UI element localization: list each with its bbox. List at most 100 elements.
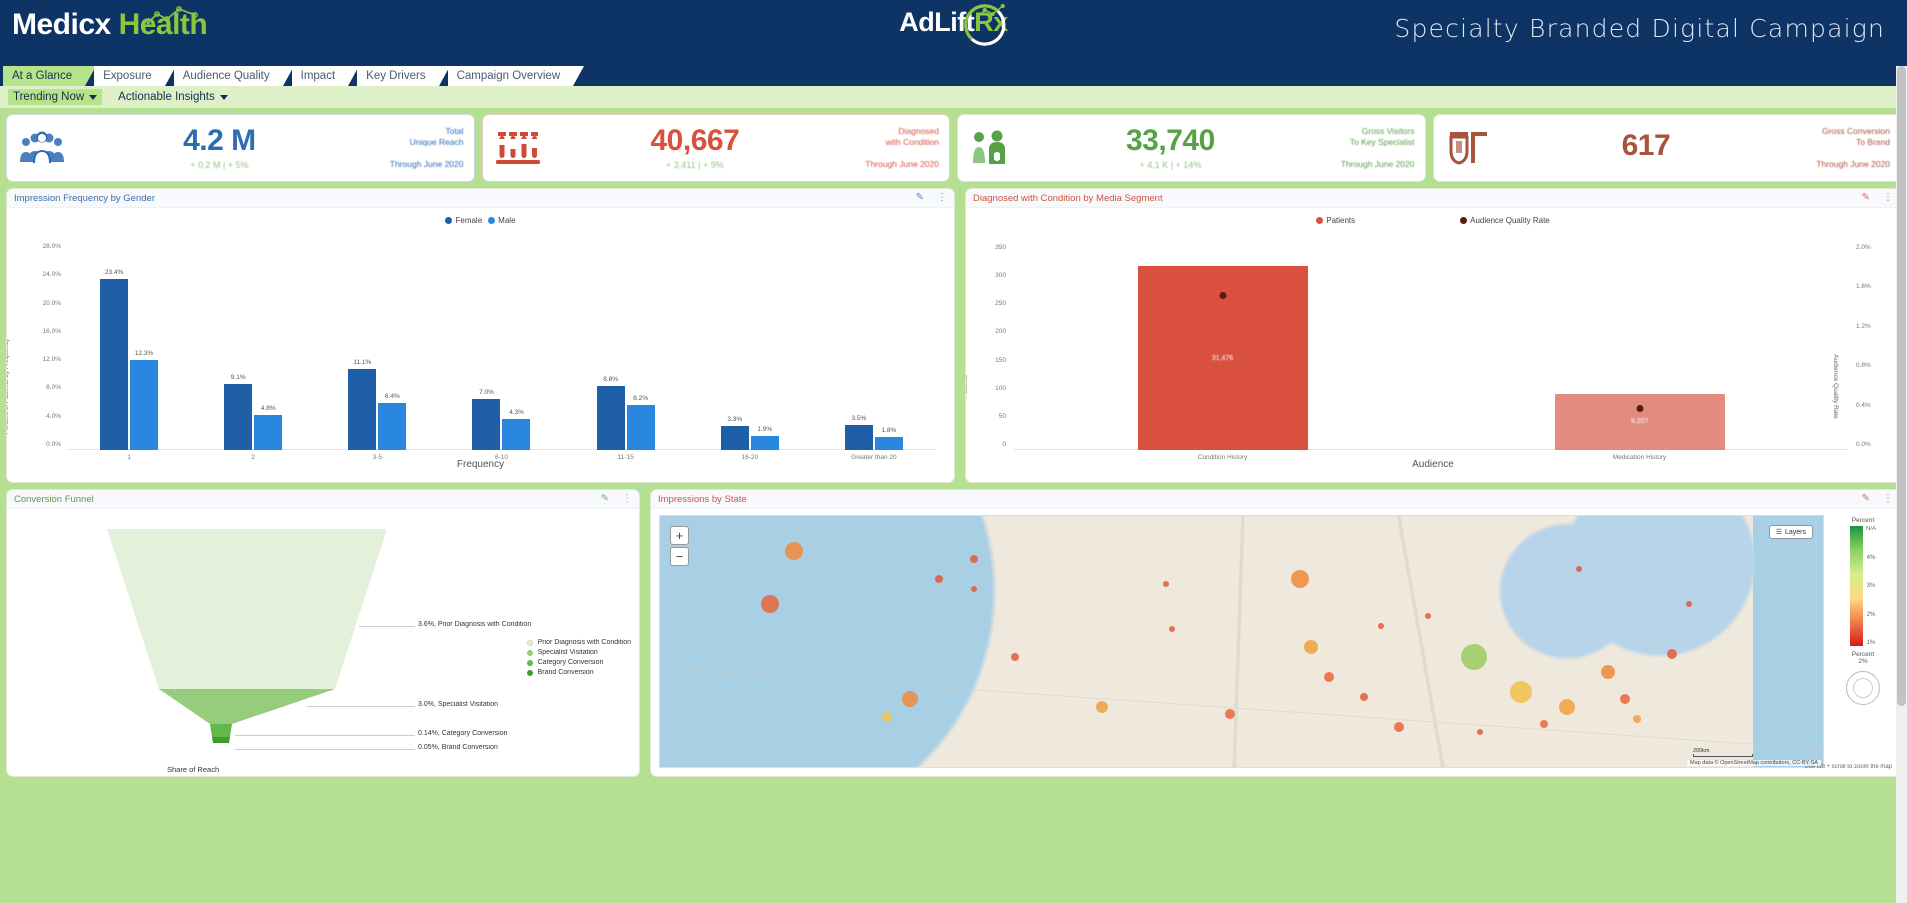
funnel-stage-brand-conversion[interactable]	[212, 737, 230, 743]
kpi-card-gross-conversion[interactable]: 617 Gross Conversion To Brand Through Ju…	[1432, 114, 1901, 182]
map-bubble[interactable]	[1632, 715, 1641, 724]
map-bubble[interactable]	[1224, 709, 1235, 720]
y-tick: 150	[995, 356, 1006, 364]
legend-item-brand-conversion[interactable]: Brand Conversion	[526, 669, 631, 676]
map-bubble[interactable]	[1323, 671, 1334, 682]
funnel-stage-category-conversion[interactable]	[210, 724, 232, 737]
legend-item-category-conversion[interactable]: Category Conversion	[526, 659, 631, 666]
pencil-icon[interactable]: ✎	[1862, 494, 1870, 504]
map-bubble[interactable]	[1095, 700, 1108, 713]
map-bubble[interactable]	[1424, 613, 1431, 620]
map-bubble[interactable]	[970, 554, 978, 563]
map-bubble[interactable]	[1559, 698, 1576, 715]
bar-group[interactable]: 9,207	[1431, 246, 1848, 450]
map-bubble[interactable]	[935, 574, 944, 583]
map-bubble[interactable]	[1304, 639, 1319, 654]
bar-male[interactable]: 12.3%	[130, 350, 159, 450]
map-bubble[interactable]	[1509, 680, 1532, 703]
bar-male[interactable]: 4.8%	[254, 405, 283, 450]
map-bubble[interactable]	[1378, 623, 1385, 630]
map-bubble[interactable]	[1600, 664, 1615, 679]
tab-impact[interactable]: Impact	[291, 66, 359, 86]
map-bubble[interactable]	[1162, 580, 1169, 587]
bar-group[interactable]: 3.5% 1.8%	[812, 246, 936, 450]
legend-tick: 1%	[1866, 640, 1876, 646]
map-viewport[interactable]: + − ☰ Layers 200km Map data © OpenStreet…	[659, 515, 1824, 768]
map-bubble[interactable]	[1461, 643, 1488, 670]
bar-female[interactable]: 23.4%	[100, 269, 129, 450]
legend-item-patients[interactable]: Patients	[1316, 216, 1355, 225]
map-layers-button[interactable]: ☰ Layers	[1768, 525, 1813, 539]
subnav-trending-now[interactable]: Trending Now	[8, 89, 103, 105]
map-bubble[interactable]	[761, 594, 780, 613]
bar-group[interactable]: 31,476	[1014, 246, 1431, 450]
bar-female[interactable]: 7.0%	[472, 389, 501, 450]
map-bubble[interactable]	[1290, 569, 1309, 588]
kebab-menu-icon[interactable]: ⋮	[622, 494, 632, 504]
pencil-icon[interactable]: ✎	[1862, 193, 1870, 203]
kpi-card-diagnosed-with-condition[interactable]: 40,667 + 3,411 | + 9% Diagnosed with Con…	[481, 114, 950, 182]
scatter-point-audience-quality-rate[interactable]	[1636, 405, 1643, 413]
map-bubble[interactable]	[1575, 565, 1582, 572]
kpi-card-gross-visitors[interactable]: 33,740 + 4,1 K | + 14% Gross Visitors To…	[957, 114, 1426, 182]
legend-label: Patients	[1326, 216, 1356, 225]
bar-group[interactable]: 23.4% 12.3%	[67, 246, 191, 450]
legend-swatch-icon	[526, 659, 533, 666]
bar-female[interactable]: 3.3%	[720, 416, 749, 450]
zoom-in-button[interactable]: +	[670, 526, 689, 545]
map-bubble[interactable]	[1168, 625, 1175, 632]
tab-campaign-overview[interactable]: Campaign Overview	[447, 66, 584, 86]
page-scrollbar-thumb[interactable]	[1897, 66, 1906, 706]
funnel-stage-prior-diagnosis[interactable]	[107, 529, 387, 689]
bar-group[interactable]: 3.3% 1.9%	[688, 246, 812, 450]
kpi-delta: + 3,411 | + 9%	[666, 160, 724, 170]
bar-male[interactable]: 4.3%	[502, 409, 531, 450]
bar-group[interactable]: 11.1% 6.4%	[315, 246, 439, 450]
map-bubble[interactable]	[1359, 692, 1368, 701]
bar-female[interactable]: 3.5%	[844, 415, 873, 450]
bar-male[interactable]: 6.2%	[626, 395, 655, 450]
tab-exposure[interactable]: Exposure	[94, 66, 176, 86]
map-bubble[interactable]	[971, 585, 977, 592]
bar-female[interactable]: 9.1%	[224, 374, 253, 450]
map-bubble[interactable]	[1393, 721, 1404, 732]
bar-female[interactable]: 11.1%	[348, 359, 377, 450]
bar-male[interactable]: 1.9%	[750, 426, 779, 450]
bar-female[interactable]: 8.8%	[596, 376, 625, 450]
y-tick: 250	[995, 300, 1006, 308]
bar-medication-history[interactable]: 9,207	[1554, 393, 1725, 450]
map-bubble[interactable]	[1010, 652, 1019, 661]
bar-group[interactable]: 7.0% 4.3%	[439, 246, 563, 450]
legend-item-prior-diagnosis[interactable]: Prior Diagnosis with Condition	[526, 639, 631, 646]
tab-audience-quality[interactable]: Audience Quality	[173, 66, 294, 86]
map-bubble[interactable]	[1539, 720, 1548, 729]
map-bubble[interactable]	[881, 711, 892, 722]
zoom-out-button[interactable]: −	[670, 547, 689, 566]
page-scrollbar[interactable]	[1896, 66, 1907, 903]
map-bubble[interactable]	[1686, 600, 1693, 607]
bar-condition-history[interactable]: 31,476	[1137, 266, 1308, 450]
map-bubble[interactable]	[1476, 728, 1483, 735]
legend-item-female[interactable]: Female	[445, 216, 482, 225]
bar-male[interactable]: 6.4%	[378, 393, 407, 450]
legend-item-audience-quality-rate[interactable]: Audience Quality Rate	[1460, 216, 1550, 225]
pencil-icon[interactable]: ✎	[916, 193, 924, 203]
bar-group[interactable]: 9.1% 4.8%	[191, 246, 315, 450]
map-bubble[interactable]	[1666, 649, 1677, 660]
map-bubble[interactable]	[784, 542, 803, 561]
bar-group[interactable]: 8.8% 6.2%	[564, 246, 688, 450]
legend-item-specialist-visitation[interactable]: Specialist Visitation	[526, 649, 631, 656]
map-bubble[interactable]	[1620, 694, 1631, 705]
kpi-card-total-unique-reach[interactable]: 4.2 M + 0.2 M | + 5% Total Unique Reach …	[6, 114, 475, 182]
pencil-icon[interactable]: ✎	[601, 494, 609, 504]
kebab-menu-icon[interactable]: ⋮	[937, 193, 947, 203]
bar-male[interactable]: 1.8%	[874, 427, 903, 450]
scatter-point-audience-quality-rate[interactable]	[1219, 292, 1226, 300]
legend-item-male[interactable]: Male	[488, 216, 516, 225]
kebab-menu-icon[interactable]: ⋮	[1883, 193, 1893, 203]
map-bubble[interactable]	[902, 691, 919, 708]
kebab-menu-icon[interactable]: ⋮	[1883, 494, 1893, 504]
tab-at-a-glance[interactable]: At a Glance	[3, 66, 97, 86]
tab-key-drivers[interactable]: Key Drivers	[357, 66, 451, 86]
subnav-actionable-insights[interactable]: Actionable Insights	[118, 91, 228, 103]
